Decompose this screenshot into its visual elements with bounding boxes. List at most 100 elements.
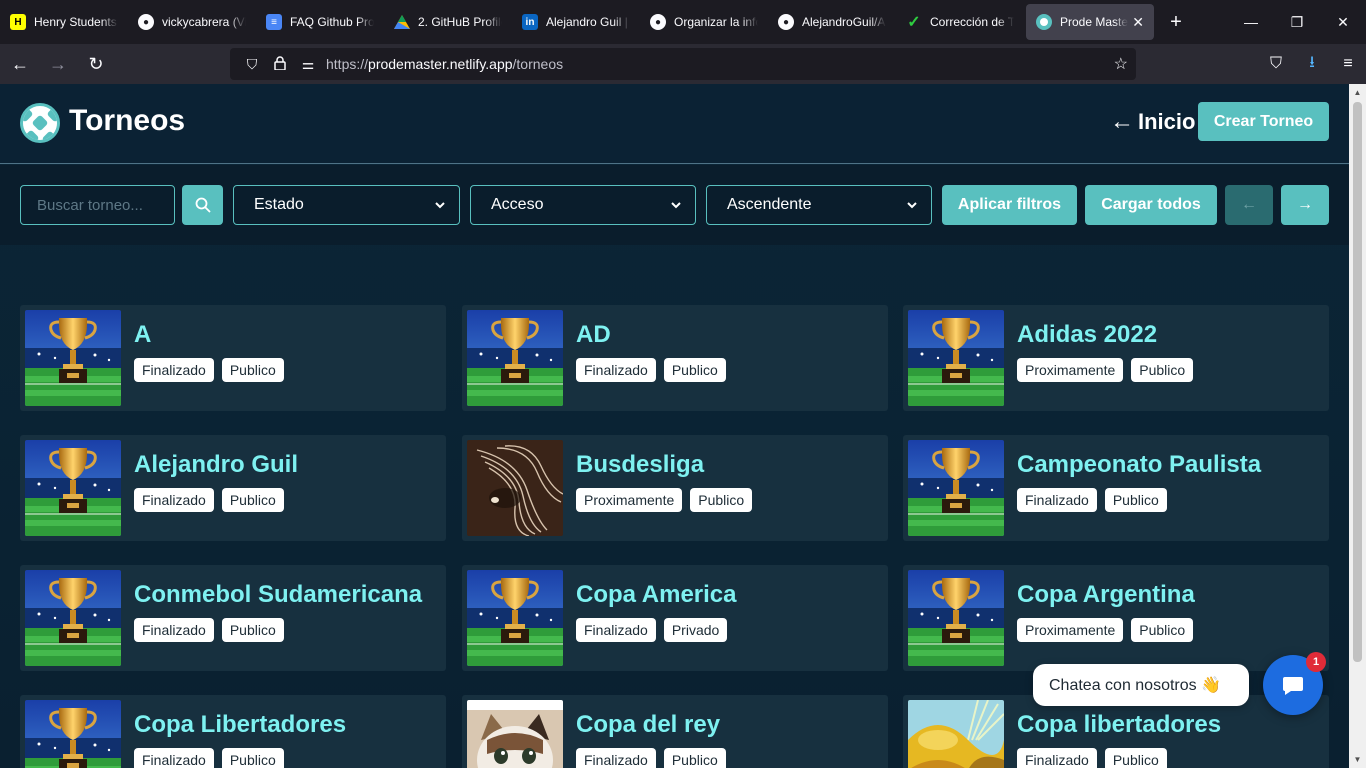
- status-badge: Proximamente: [576, 488, 683, 512]
- url-text: https://prodemaster.netlify.app/torneos: [326, 56, 563, 72]
- tab-label: Organizar la info: [674, 15, 758, 29]
- close-window-icon[interactable]: ✕: [1320, 0, 1366, 44]
- download-icon[interactable]: ⭳: [1294, 51, 1330, 78]
- status-select-value: Estado: [254, 196, 304, 213]
- lock-icon[interactable]: [266, 55, 294, 73]
- status-badge: Finalizado: [134, 488, 214, 512]
- apply-filters-button[interactable]: Aplicar filtros: [942, 185, 1077, 225]
- search-button[interactable]: [182, 185, 223, 225]
- tournament-card[interactable]: Copa del rey Finalizado Publico: [462, 695, 888, 768]
- status-select[interactable]: Estado: [233, 185, 460, 225]
- tournament-image: [908, 310, 1004, 406]
- status-badge: Finalizado: [1017, 488, 1097, 512]
- search-input[interactable]: [20, 185, 175, 225]
- drive-icon: [394, 14, 410, 30]
- reload-icon[interactable]: ↻: [78, 48, 114, 80]
- tournament-badges: Finalizado Publico: [1017, 488, 1167, 512]
- new-tab-button[interactable]: +: [1156, 0, 1196, 44]
- access-select[interactable]: Acceso: [470, 185, 696, 225]
- forward-icon[interactable]: →: [40, 48, 76, 80]
- browser-tab[interactable]: 2. GitHuB Profile: [384, 0, 512, 44]
- status-badge: Finalizado: [576, 748, 656, 768]
- access-badge: Publico: [663, 748, 726, 768]
- tournament-image: [25, 440, 121, 536]
- tab-label: Alejandro Guil |: [546, 15, 628, 29]
- tournament-card[interactable]: A Finalizado Publico: [20, 305, 446, 411]
- tournament-name: Adidas 2022: [1017, 321, 1158, 348]
- tournament-card[interactable]: Copa America Finalizado Privado: [462, 565, 888, 671]
- tournament-name: Copa Libertadores: [134, 711, 347, 738]
- tournament-card[interactable]: Alejandro Guil Finalizado Publico: [20, 435, 446, 541]
- scrollbar-thumb[interactable]: [1353, 102, 1362, 662]
- browser-tab[interactable]: ● Organizar la info: [640, 0, 768, 44]
- tab-label: Corrección de T: [930, 15, 1014, 29]
- toolbar-right: ⛉ ⭳ ≡: [1258, 44, 1366, 84]
- tournament-image: [908, 570, 1004, 666]
- pocket-icon[interactable]: ⛉: [1258, 55, 1294, 73]
- scroll-down-icon[interactable]: ▼: [1349, 751, 1366, 768]
- order-select[interactable]: Ascendente: [706, 185, 932, 225]
- tournament-image: [467, 310, 563, 406]
- tournament-card[interactable]: Busdesliga Proximamente Publico: [462, 435, 888, 541]
- chevron-down-icon: [907, 202, 917, 209]
- search-icon: [195, 197, 211, 213]
- soccer-ball-logo-icon: [20, 103, 60, 143]
- browser-tab[interactable]: in Alejandro Guil |: [512, 0, 640, 44]
- url-path: /torneos: [512, 56, 564, 72]
- menu-icon[interactable]: ≡: [1330, 55, 1366, 73]
- url-domain: prodemaster.netlify.app: [368, 56, 513, 72]
- status-badge: Finalizado: [134, 748, 214, 768]
- chat-bubble[interactable]: Chatea con nosotros 👋: [1033, 664, 1249, 706]
- tournament-badges: Finalizado Privado: [576, 618, 728, 642]
- tab-label: 2. GitHuB Profile: [418, 15, 502, 29]
- scroll-up-icon[interactable]: ▲: [1349, 84, 1366, 101]
- tournament-card[interactable]: Campeonato Paulista Finalizado Publico: [903, 435, 1329, 541]
- tournament-card[interactable]: Adidas 2022 Proximamente Publico: [903, 305, 1329, 411]
- tournament-name: Copa America: [576, 581, 737, 608]
- create-tournament-button[interactable]: Crear Torneo: [1198, 102, 1329, 141]
- access-badge: Publico: [221, 748, 284, 768]
- tournament-badges: Finalizado Publico: [134, 618, 284, 642]
- browser-tab[interactable]: H Henry Students: [0, 0, 128, 44]
- bookmark-star-icon[interactable]: ☆: [1114, 54, 1128, 74]
- page-title: Torneos: [69, 104, 186, 137]
- scrollbar[interactable]: ▲ ▼: [1349, 84, 1366, 768]
- tournament-badges: Proximamente Publico: [1017, 358, 1194, 382]
- status-badge: Proximamente: [1017, 358, 1124, 382]
- prev-page-button[interactable]: ←: [1225, 185, 1273, 225]
- tournament-card[interactable]: AD Finalizado Publico: [462, 305, 888, 411]
- browser-tab[interactable]: ● vickycabrera (Vi: [128, 0, 256, 44]
- tournament-badges: Proximamente Publico: [576, 488, 753, 512]
- browser-tab-active[interactable]: Prode Master ✕: [1026, 4, 1154, 40]
- access-badge: Publico: [1131, 358, 1194, 382]
- browser-tab[interactable]: ● AlejandroGuil/A: [768, 0, 896, 44]
- tournament-image: [467, 440, 563, 536]
- minimize-icon[interactable]: —: [1228, 0, 1274, 44]
- home-link[interactable]: ← Inicio: [1110, 108, 1195, 136]
- tournament-card[interactable]: Copa Libertadores Finalizado Publico: [20, 695, 446, 768]
- close-tab-icon[interactable]: ✕: [1132, 14, 1144, 31]
- tournament-image: [25, 570, 121, 666]
- maximize-icon[interactable]: ❐: [1274, 0, 1320, 44]
- access-badge: Publico: [663, 358, 726, 382]
- tournament-image: [908, 440, 1004, 536]
- tournament-card[interactable]: Copa Argentina Proximamente Publico: [903, 565, 1329, 671]
- tournament-badges: Finalizado Publico: [576, 748, 726, 768]
- tournament-name: Conmebol Sudamericana: [134, 581, 423, 608]
- permissions-icon[interactable]: ⚌: [294, 56, 322, 73]
- back-icon[interactable]: ←: [2, 48, 38, 80]
- tournament-card[interactable]: Conmebol Sudamericana Finalizado Publico: [20, 565, 446, 671]
- browser-tab[interactable]: ≡ FAQ Github Prof: [256, 0, 384, 44]
- address-bar[interactable]: ⛉ ⚌ https://prodemaster.netlify.app/torn…: [230, 48, 1136, 80]
- status-badge: Finalizado: [134, 358, 214, 382]
- status-badge: Finalizado: [1017, 748, 1097, 768]
- shield-icon[interactable]: ⛉: [238, 56, 266, 73]
- access-select-value: Acceso: [491, 196, 544, 213]
- url-prefix: https://: [326, 56, 369, 72]
- load-all-button[interactable]: Cargar todos: [1085, 185, 1217, 225]
- next-page-button[interactable]: →: [1281, 185, 1329, 225]
- chevron-down-icon: [435, 202, 445, 209]
- browser-tab[interactable]: ✓ Corrección de T: [896, 0, 1024, 44]
- filters-bar: Estado Acceso Ascendente Aplicar filtros…: [0, 165, 1349, 245]
- tournament-name: Copa del rey: [576, 711, 721, 738]
